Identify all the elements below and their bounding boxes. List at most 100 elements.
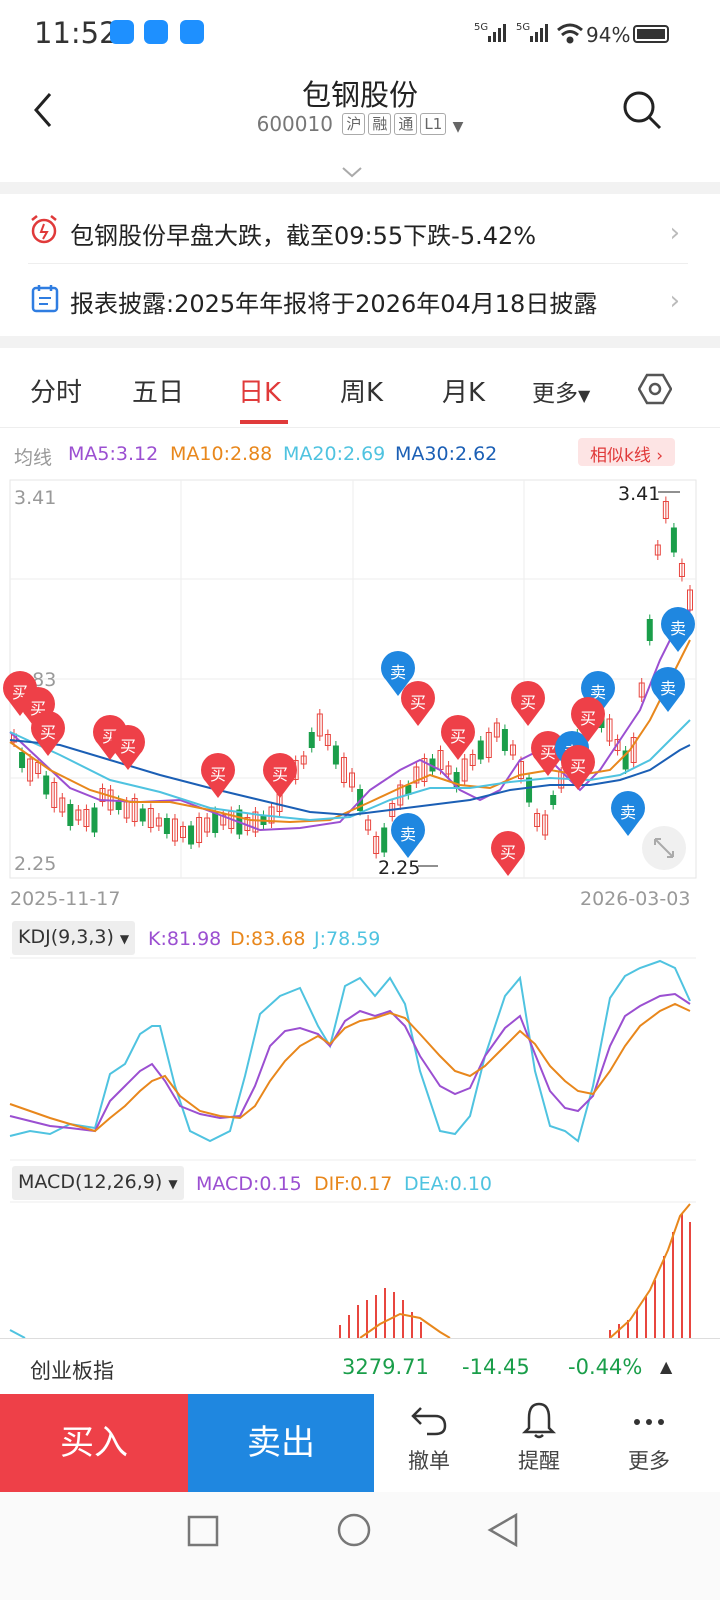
- ma5-value: MA5:3.12: [68, 443, 159, 465]
- buy-marker[interactable]: 买: [441, 714, 475, 760]
- buy-marker[interactable]: 买: [31, 710, 66, 756]
- calendar-report-icon: [31, 285, 59, 313]
- chevron-down-icon: ▼: [452, 119, 464, 135]
- macd-histogram: [339, 1214, 691, 1338]
- cancel-order-button[interactable]: 撤单: [384, 1400, 474, 1475]
- notice-report-text: 报表披露:2025年年报将于2026年04月18日披露: [70, 290, 598, 318]
- tab-weekly-k[interactable]: 周K: [340, 372, 383, 409]
- tab-monthly-k[interactable]: 月K: [442, 372, 485, 409]
- period-tabs: 分时 五日 日K 周K 月K 更多▼: [0, 350, 720, 428]
- ma30-value: MA30:2.62: [395, 443, 498, 465]
- buy-marker[interactable]: 买: [263, 752, 298, 798]
- signal2-label: 5G: [516, 22, 530, 33]
- price-low-label: 2.25: [14, 853, 56, 875]
- index-ticker[interactable]: 创业板指 3279.71 -14.45 -0.44% ▲: [0, 1338, 720, 1394]
- buy-marker[interactable]: 买: [400, 680, 435, 726]
- sell-marker-label: 卖: [390, 663, 406, 682]
- kline-chart[interactable]: 3.41 2.83 2.25 3.41 2.25 买买买买买买买卖买卖买买买买卖…: [0, 470, 720, 910]
- chat-icon: [180, 20, 204, 44]
- macd-dea: DEA:0.10: [404, 1173, 493, 1195]
- macd-selector[interactable]: MACD(12,26,9) ▼: [12, 1166, 184, 1200]
- tab-more-label: 更多: [532, 381, 578, 407]
- buy-marker-label: 买: [570, 757, 586, 776]
- tab-daily-k[interactable]: 日K: [238, 372, 281, 409]
- buy-marker-label: 买: [40, 723, 56, 742]
- fullscreen-button[interactable]: [642, 826, 686, 870]
- macd-value: MACD:0.15: [196, 1173, 302, 1195]
- recent-apps-icon[interactable]: [186, 1514, 220, 1548]
- tag-margin: 融: [368, 113, 392, 135]
- stock-code: 600010: [256, 112, 333, 136]
- buy-marker[interactable]: 买: [510, 680, 545, 726]
- sell-marker-label: 卖: [400, 825, 416, 844]
- macd-dif-line: [359, 1312, 451, 1338]
- alarm-clock-icon: [31, 215, 57, 244]
- similar-kline-button[interactable]: 相似k线 ›: [578, 438, 676, 466]
- index-price: 3279.71: [342, 1355, 429, 1379]
- expand-icon[interactable]: [340, 164, 364, 180]
- back-nav-icon[interactable]: [486, 1512, 520, 1548]
- more-dots-icon: [634, 1419, 664, 1425]
- caret-down-icon: ▼: [578, 386, 591, 405]
- divider: [0, 182, 720, 194]
- kdj-selector-label: KDJ(9,3,3): [18, 926, 114, 948]
- home-icon[interactable]: [336, 1512, 372, 1548]
- kdj-j-line: [9, 959, 691, 1143]
- date-end: 2026-03-03: [580, 888, 691, 910]
- ma20-value: MA20:2.69: [283, 443, 386, 465]
- wifi-icon: [557, 23, 583, 44]
- notice-drop-text: 包钢股份早盘大跌，截至09:55下跌-5.42%: [70, 222, 537, 250]
- index-name: 创业板指: [30, 1359, 114, 1383]
- settings-hex-icon[interactable]: [638, 372, 672, 406]
- tab-more[interactable]: 更多▼: [532, 374, 590, 408]
- cancel-order-label: 撤单: [408, 1449, 450, 1473]
- status-time: 11:52: [34, 16, 118, 50]
- notice-drop[interactable]: 包钢股份早盘大跌，截至09:55下跌-5.42% ›: [28, 198, 688, 264]
- tab-five-day[interactable]: 五日: [132, 372, 184, 409]
- index-change: -14.45: [462, 1355, 530, 1379]
- buy-marker-label: 买: [272, 765, 288, 784]
- sell-marker[interactable]: 卖: [661, 606, 696, 652]
- notice-report[interactable]: 报表披露:2025年年报将于2026年04月18日披露 ›: [28, 266, 688, 332]
- stock-title: 包钢股份: [301, 78, 418, 112]
- buy-marker-label: 买: [520, 693, 536, 712]
- kdj-j: J:78.59: [314, 928, 381, 950]
- buy-marker-label: 买: [580, 709, 596, 728]
- more-button[interactable]: 更多: [604, 1400, 694, 1475]
- undo-icon: [411, 1407, 447, 1436]
- kdj-selector[interactable]: KDJ(9,3,3) ▼: [12, 921, 136, 955]
- macd-dif: DIF:0.17: [314, 1173, 393, 1195]
- status-icons: 5G 5G 94%: [474, 22, 669, 47]
- buy-marker[interactable]: 买: [111, 724, 145, 770]
- buy-marker-label: 买: [410, 693, 426, 712]
- alert-button[interactable]: 提醒: [494, 1400, 584, 1475]
- buy-marker[interactable]: 买: [201, 752, 235, 798]
- tag-level: L1: [420, 113, 447, 135]
- ma-legend: 均线 MA5:3.12 MA10:2.88 MA20:2.69 MA30:2.6…: [0, 438, 720, 470]
- index-pct: -0.44%: [568, 1355, 643, 1379]
- trade-markers: 买买买买买买买卖买卖买买买买卖买卖买卖卖卖: [3, 606, 696, 876]
- sell-marker[interactable]: 卖: [650, 666, 685, 712]
- macd-selector-label: MACD(12,26,9): [18, 1171, 163, 1193]
- kdj-k: K:81.98: [148, 928, 222, 950]
- buy-marker[interactable]: 买: [561, 744, 595, 790]
- stock-header: 包钢股份 600010 沪融通 L1 ▼: [0, 66, 720, 156]
- signal-icon: [488, 24, 506, 42]
- macd-chart: [9, 1201, 696, 1338]
- stock-code-row[interactable]: 600010 沪融通 L1 ▼: [0, 112, 720, 136]
- sell-button[interactable]: 卖出: [188, 1394, 374, 1492]
- min-price-label: 2.25: [378, 857, 420, 879]
- macd-dif-line-2: [609, 1203, 691, 1338]
- message-icon: [110, 20, 134, 44]
- buy-marker[interactable]: 买: [491, 830, 525, 876]
- buy-button[interactable]: 买入: [0, 1394, 188, 1492]
- sell-marker[interactable]: 卖: [391, 812, 425, 858]
- tab-intraday[interactable]: 分时: [30, 372, 82, 409]
- search-icon[interactable]: [620, 88, 664, 132]
- sell-marker-label: 卖: [670, 619, 686, 638]
- bell-icon: [521, 1402, 557, 1439]
- buy-marker-label: 买: [210, 765, 226, 784]
- caret-up-icon[interactable]: ▲: [660, 1357, 672, 1376]
- sell-marker[interactable]: 卖: [610, 790, 645, 836]
- date-start: 2025-11-17: [10, 888, 121, 910]
